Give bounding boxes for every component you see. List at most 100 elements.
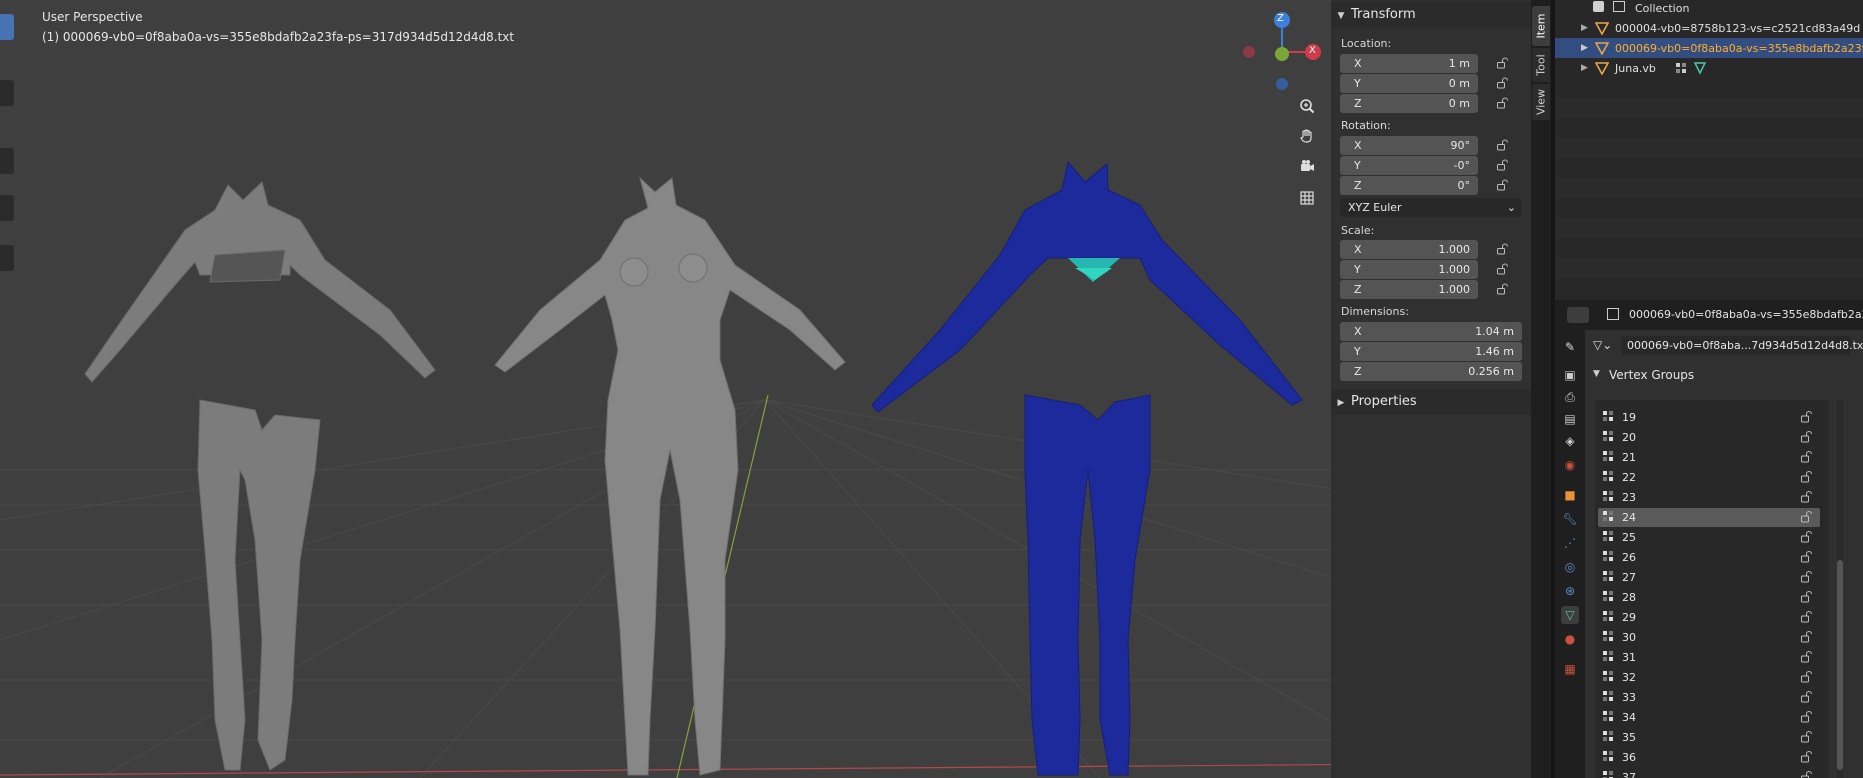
lock-icon[interactable] bbox=[1800, 630, 1812, 643]
list-scrollbar[interactable] bbox=[1837, 400, 1843, 778]
vertex-group-row[interactable]: 36 bbox=[1598, 748, 1820, 767]
lock-icon[interactable] bbox=[1800, 450, 1812, 463]
properties-panel-header[interactable]: ▶ Properties bbox=[1331, 389, 1531, 415]
expand-arrow-icon[interactable]: ▶ bbox=[1581, 43, 1588, 53]
lock-icon[interactable] bbox=[1800, 730, 1812, 743]
scale-y-field[interactable]: Y 1.000 bbox=[1340, 260, 1478, 279]
lock-icon[interactable] bbox=[1496, 77, 1510, 91]
constraints-icon[interactable]: ⊛ bbox=[1561, 582, 1579, 600]
mesh-data-icon[interactable]: ▽ bbox=[1561, 606, 1579, 624]
transform-panel-header[interactable]: ▼ Transform bbox=[1331, 2, 1531, 28]
physics-icon[interactable]: ◎ bbox=[1561, 558, 1579, 576]
lock-icon[interactable] bbox=[1496, 283, 1510, 297]
gizmo-y-handle[interactable] bbox=[1275, 47, 1289, 61]
mesh-data-icon[interactable]: ▽⌄ bbox=[1593, 338, 1612, 352]
lock-icon[interactable] bbox=[1800, 710, 1812, 723]
location-x-field[interactable]: X 1 m bbox=[1340, 54, 1478, 73]
vertex-group-row[interactable]: 31 bbox=[1598, 648, 1820, 667]
lock-icon[interactable] bbox=[1800, 410, 1812, 423]
vertex-group-row[interactable]: 27 bbox=[1598, 568, 1820, 587]
grid-icon[interactable] bbox=[1293, 184, 1321, 212]
lock-icon[interactable] bbox=[1800, 470, 1812, 483]
scrollbar-thumb[interactable] bbox=[1837, 560, 1843, 770]
lock-icon[interactable] bbox=[1800, 510, 1812, 523]
outliner-row-selected[interactable]: ▶ 000069-vb0=0f8aba0a-vs=355e8bdafb2a23f… bbox=[1555, 38, 1863, 58]
vertex-group-row[interactable]: 26 bbox=[1598, 548, 1820, 567]
rotate-tool-button[interactable] bbox=[0, 195, 14, 221]
location-z-field[interactable]: Z 0 m bbox=[1340, 94, 1478, 113]
output-icon[interactable]: ⎙ bbox=[1561, 388, 1579, 406]
dimensions-z-field[interactable]: Z 0.256 m bbox=[1340, 362, 1522, 381]
object-properties-icon[interactable]: ■ bbox=[1561, 486, 1579, 504]
lock-icon[interactable] bbox=[1800, 570, 1812, 583]
pan-hand-icon[interactable] bbox=[1293, 122, 1321, 150]
lock-icon[interactable] bbox=[1496, 57, 1510, 71]
material-icon[interactable]: ● bbox=[1561, 630, 1579, 648]
scale-x-field[interactable]: X 1.000 bbox=[1340, 240, 1478, 259]
lock-icon[interactable] bbox=[1496, 97, 1510, 111]
scale-z-field[interactable]: Z 1.000 bbox=[1340, 280, 1478, 299]
mesh-name-field[interactable]: 000069-vb0=0f8aba...7d934d5d12d4d8.txt bbox=[1621, 336, 1863, 355]
modifier-wrench-icon[interactable]: 🔧︎ bbox=[1561, 510, 1579, 528]
outliner-row[interactable]: ▶ Juna.vb bbox=[1555, 58, 1863, 78]
3d-viewport[interactable]: Z X User Perspective (1) 000069-vb0=0f8a… bbox=[0, 0, 1531, 778]
tab-item[interactable]: Item bbox=[1532, 6, 1550, 46]
vertex-group-row[interactable]: 22 bbox=[1598, 468, 1820, 487]
lock-icon[interactable] bbox=[1800, 650, 1812, 663]
dimensions-y-field[interactable]: Y 1.46 m bbox=[1340, 342, 1522, 361]
vertex-group-row[interactable]: 29 bbox=[1598, 608, 1820, 627]
rotation-z-field[interactable]: Z 0° bbox=[1340, 176, 1478, 195]
texture-icon[interactable]: ▦ bbox=[1561, 660, 1579, 678]
gizmo-neg-z-handle[interactable] bbox=[1276, 78, 1288, 90]
camera-icon[interactable] bbox=[1293, 152, 1321, 180]
tool-icon[interactable]: ✎ bbox=[1561, 338, 1579, 356]
tab-tool[interactable]: Tool bbox=[1532, 48, 1550, 82]
lock-icon[interactable] bbox=[1800, 550, 1812, 563]
lock-icon[interactable] bbox=[1800, 770, 1812, 778]
vertex-group-row[interactable]: 19 bbox=[1598, 408, 1820, 427]
lock-icon[interactable] bbox=[1800, 490, 1812, 503]
vertex-group-row[interactable]: 24 bbox=[1598, 508, 1820, 527]
cursor-tool-button[interactable] bbox=[0, 80, 14, 106]
world-icon[interactable]: ◉ bbox=[1561, 456, 1579, 474]
lock-icon[interactable] bbox=[1800, 670, 1812, 683]
location-y-field[interactable]: Y 0 m bbox=[1340, 74, 1478, 93]
lock-icon[interactable] bbox=[1496, 159, 1510, 173]
scene-icon[interactable]: ◈ bbox=[1561, 432, 1579, 450]
lock-icon[interactable] bbox=[1800, 430, 1812, 443]
vertex-group-row[interactable]: 30 bbox=[1598, 628, 1820, 647]
vertex-group-row[interactable]: 23 bbox=[1598, 488, 1820, 507]
tab-view[interactable]: View bbox=[1532, 84, 1550, 120]
lock-icon[interactable] bbox=[1800, 750, 1812, 763]
zoom-icon[interactable] bbox=[1293, 92, 1321, 120]
vertex-group-row[interactable]: 33 bbox=[1598, 688, 1820, 707]
select-tool-button[interactable] bbox=[0, 14, 14, 40]
vertex-groups-panel-header[interactable]: ▼ Vertex Groups bbox=[1593, 365, 1863, 387]
lock-icon[interactable] bbox=[1496, 263, 1510, 277]
lock-icon[interactable] bbox=[1496, 179, 1510, 193]
render-icon[interactable]: ▣ bbox=[1561, 366, 1579, 384]
vertex-group-row[interactable]: 37 bbox=[1598, 768, 1820, 778]
lock-icon[interactable] bbox=[1800, 610, 1812, 623]
scale-tool-button[interactable] bbox=[0, 245, 14, 271]
expand-arrow-icon[interactable]: ▶ bbox=[1581, 63, 1588, 73]
vertex-group-row[interactable]: 34 bbox=[1598, 708, 1820, 727]
move-tool-button[interactable] bbox=[0, 148, 14, 174]
vertex-group-row[interactable]: 28 bbox=[1598, 588, 1820, 607]
outliner-row[interactable]: ▶ 000004-vb0=8758b123-vs=c2521cd83a49d bbox=[1555, 18, 1863, 38]
rotation-x-field[interactable]: X 90° bbox=[1340, 136, 1478, 155]
rotation-mode-select[interactable]: XYZ Euler ⌄ bbox=[1340, 198, 1522, 217]
rotation-y-field[interactable]: Y -0° bbox=[1340, 156, 1478, 175]
lock-icon[interactable] bbox=[1800, 590, 1812, 603]
lock-icon[interactable] bbox=[1496, 139, 1510, 153]
lock-icon[interactable] bbox=[1496, 243, 1510, 257]
view-layer-icon[interactable]: ▤ bbox=[1561, 410, 1579, 428]
lock-icon[interactable] bbox=[1800, 690, 1812, 703]
vertex-group-row[interactable]: 32 bbox=[1598, 668, 1820, 687]
lock-icon[interactable] bbox=[1800, 530, 1812, 543]
outliner-collection-row[interactable]: Collection bbox=[1555, 0, 1863, 18]
mesh-weight-paint[interactable] bbox=[871, 160, 1303, 776]
vertex-group-row[interactable]: 25 bbox=[1598, 528, 1820, 547]
mesh-clothing-gray[interactable] bbox=[84, 181, 436, 771]
expand-arrow-icon[interactable]: ▶ bbox=[1581, 23, 1588, 33]
